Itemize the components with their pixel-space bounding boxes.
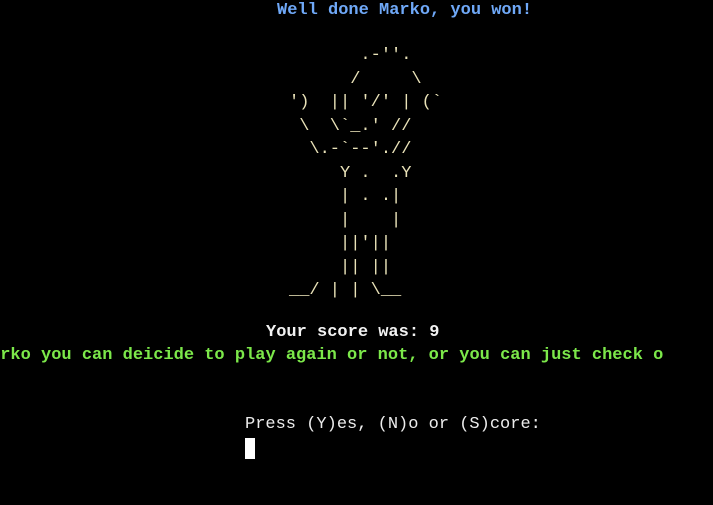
terminal-screen[interactable]: Well done Marko, you won! .-''. / \ ') |… (0, 0, 713, 505)
win-message: Well done Marko, you won! (277, 1, 533, 20)
instructions-text: arko you can deicide to play again or no… (0, 346, 664, 365)
score-label: Your score was: (266, 323, 430, 342)
score-line: Your score was: 9 (266, 323, 439, 343)
trophy-ascii-art: .-''. / \ ') || '/' | (` \ \`_.' // \.-`… (289, 46, 443, 300)
score-value: 9 (429, 323, 440, 342)
text-cursor[interactable] (245, 438, 255, 459)
input-prompt: Press (Y)es, (N)o or (S)core: (245, 415, 541, 434)
